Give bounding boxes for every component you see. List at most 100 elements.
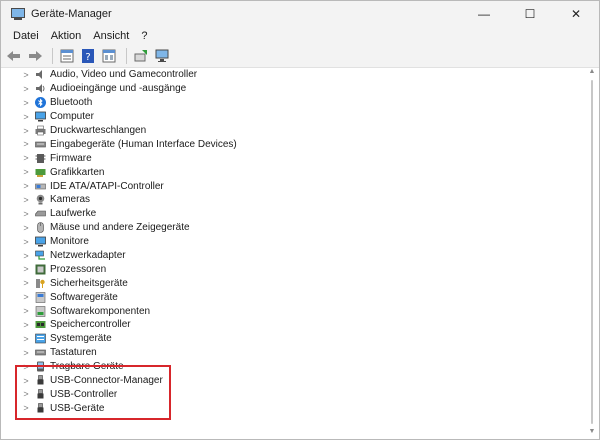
menu-ansicht[interactable]: Ansicht <box>87 30 135 42</box>
keyboard-icon <box>35 347 46 358</box>
usb-plug-icon <box>35 375 46 386</box>
chevron-right-icon[interactable]: > <box>21 112 31 122</box>
chevron-right-icon[interactable]: > <box>21 139 31 149</box>
chevron-right-icon[interactable]: > <box>21 362 31 372</box>
update-driver-icon <box>134 50 147 62</box>
help-icon: ? <box>82 49 94 63</box>
tree-item-usb-devices[interactable]: > USB-Geräte <box>5 401 583 415</box>
chevron-right-icon[interactable]: > <box>21 209 31 219</box>
chevron-right-icon[interactable]: > <box>21 292 31 302</box>
graphics-card-icon <box>35 167 46 178</box>
chevron-right-icon[interactable]: > <box>21 376 31 386</box>
tree-item-storage-controllers[interactable]: > Speichercontroller <box>5 318 583 332</box>
tree-item-processors[interactable]: > Prozessoren <box>5 262 583 276</box>
tree-item-cameras[interactable]: > Kameras <box>5 193 583 207</box>
tree-item-keyboards[interactable]: > Tastaturen <box>5 346 583 360</box>
tree-item-ide[interactable]: > IDE ATA/ATAPI-Controller <box>5 179 583 193</box>
tree-item-label: Audio, Video und Gamecontroller <box>50 69 198 81</box>
tree-item-label: Bluetooth <box>50 97 93 109</box>
scroll-up-icon[interactable]: ▲ <box>588 68 596 76</box>
system-device-icon <box>35 333 46 344</box>
disk-drive-icon <box>35 208 46 219</box>
chevron-right-icon[interactable]: > <box>21 348 31 358</box>
bluetooth-icon <box>35 97 46 109</box>
scroll-track[interactable] <box>591 80 593 424</box>
tree-item-label: Laufwerke <box>50 208 97 220</box>
tree-item-usb-controller[interactable]: > USB-Controller <box>5 387 583 401</box>
tree-item-mice[interactable]: > Mäuse und andere Zeigegeräte <box>5 221 583 235</box>
tree-item-audio-io[interactable]: > Audioeingänge und -ausgänge <box>5 82 583 96</box>
chip-icon <box>35 153 46 164</box>
view-button[interactable] <box>100 47 118 65</box>
tree-item-computer[interactable]: > Computer <box>5 110 583 124</box>
device-manager-icon <box>11 8 25 20</box>
chevron-right-icon[interactable]: > <box>21 126 31 136</box>
chevron-right-icon[interactable]: > <box>21 278 31 288</box>
tree-item-security[interactable]: > Sicherheitsgeräte <box>5 276 583 290</box>
tree-item-usb-connector-manager[interactable]: > USB-Connector-Manager <box>5 374 583 388</box>
chevron-right-icon[interactable]: > <box>21 195 31 205</box>
scan-hardware-button[interactable] <box>153 47 171 65</box>
tree-item-label: Systemgeräte <box>50 333 112 345</box>
chevron-right-icon[interactable]: > <box>21 181 31 191</box>
chevron-right-icon[interactable]: > <box>21 237 31 247</box>
chevron-right-icon[interactable]: > <box>21 70 31 80</box>
chevron-right-icon[interactable]: > <box>21 153 31 163</box>
monitor-icon <box>35 111 46 122</box>
close-button[interactable]: ✕ <box>553 1 599 27</box>
tree-item-bluetooth[interactable]: > Bluetooth <box>5 96 583 110</box>
chevron-right-icon[interactable]: > <box>21 334 31 344</box>
maximize-button[interactable]: ☐ <box>507 1 553 27</box>
device-manager-window: Geräte-Manager — ☐ ✕ Datei Aktion Ansich… <box>0 0 600 440</box>
chevron-right-icon[interactable]: > <box>21 251 31 261</box>
chevron-right-icon[interactable]: > <box>21 84 31 94</box>
tree-item-label: Firmware <box>50 152 92 164</box>
view-icon <box>102 49 116 63</box>
tree-item-label: Softwarekomponenten <box>50 305 151 317</box>
toolbar-separator <box>126 48 127 64</box>
back-button[interactable] <box>5 47 23 65</box>
chevron-right-icon[interactable]: > <box>21 403 31 413</box>
security-key-icon <box>35 278 46 289</box>
tree-item-audio-video[interactable]: > Audio, Video und Gamecontroller <box>5 68 583 82</box>
tree-item-system-devices[interactable]: > Systemgeräte <box>5 332 583 346</box>
menu-aktion[interactable]: Aktion <box>45 30 88 42</box>
chevron-right-icon[interactable]: > <box>21 98 31 108</box>
scan-hardware-icon <box>155 49 169 62</box>
title-bar[interactable]: Geräte-Manager — ☐ ✕ <box>1 1 599 27</box>
tree-item-portable-devices[interactable]: > Tragbare Geräte <box>5 360 583 374</box>
camera-icon <box>35 194 46 205</box>
help-button[interactable]: ? <box>79 47 97 65</box>
menu-help[interactable]: ? <box>135 30 153 42</box>
properties-button[interactable] <box>58 47 76 65</box>
tree-item-network[interactable]: > Netzwerkadapter <box>5 249 583 263</box>
vertical-scrollbar[interactable]: ▲ ▼ <box>588 68 596 436</box>
scroll-down-icon[interactable]: ▼ <box>588 428 596 436</box>
update-driver-button[interactable] <box>132 47 150 65</box>
chevron-right-icon[interactable]: > <box>21 223 31 233</box>
tree-item-software-devices[interactable]: > Softwaregeräte <box>5 290 583 304</box>
tree-item-monitors[interactable]: > Monitore <box>5 235 583 249</box>
tree-item-print-queues[interactable]: > Druckwarteschlangen <box>5 124 583 138</box>
forward-button[interactable] <box>26 47 44 65</box>
processor-icon <box>35 264 46 275</box>
tree-item-firmware[interactable]: > Firmware <box>5 151 583 165</box>
speaker-icon <box>35 83 46 94</box>
chevron-right-icon[interactable]: > <box>21 167 31 177</box>
tree-item-graphics[interactable]: > Grafikkarten <box>5 165 583 179</box>
chevron-right-icon[interactable]: > <box>21 320 31 330</box>
tree-item-software-components[interactable]: > Softwarekomponenten <box>5 304 583 318</box>
menu-datei[interactable]: Datei <box>7 30 45 42</box>
chevron-right-icon[interactable]: > <box>21 264 31 274</box>
tree-item-label: Softwaregeräte <box>50 291 118 303</box>
tree-item-label: Monitore <box>50 236 89 248</box>
tree-item-drives[interactable]: > Laufwerke <box>5 207 583 221</box>
toolbar-separator <box>52 48 53 64</box>
printer-icon <box>35 125 46 136</box>
tree-item-hid[interactable]: > Eingabegeräte (Human Interface Devices… <box>5 137 583 151</box>
chevron-right-icon[interactable]: > <box>21 306 31 316</box>
keyboard-icon <box>35 139 46 150</box>
tree-item-label: USB-Controller <box>50 388 118 400</box>
minimize-button[interactable]: — <box>461 1 507 27</box>
chevron-right-icon[interactable]: > <box>21 389 31 399</box>
